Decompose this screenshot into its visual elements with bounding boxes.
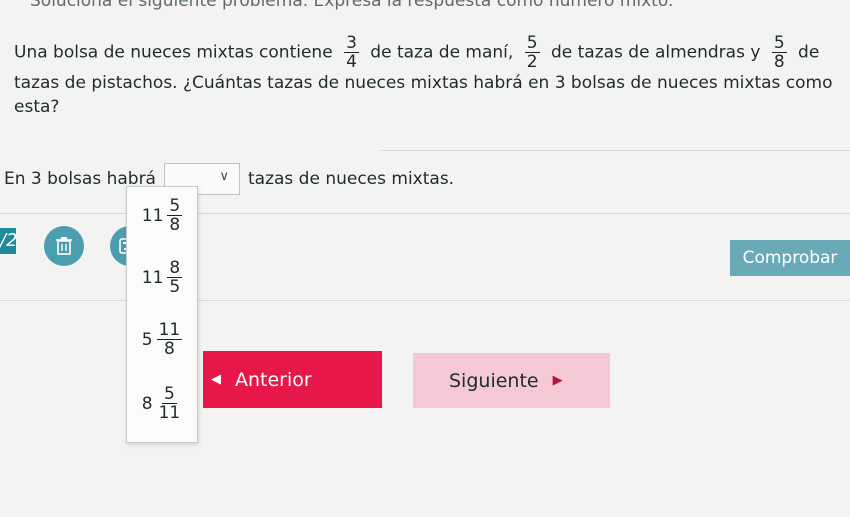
previous-button[interactable]: ◀ Anterior bbox=[203, 351, 382, 408]
tool-label: /2 bbox=[0, 228, 18, 254]
answer-row: En 3 bolsas habrá ∨ tazas de nueces mixt… bbox=[4, 163, 454, 195]
next-label: Siguiente bbox=[449, 369, 539, 392]
next-button[interactable]: Siguiente ▶ bbox=[413, 353, 610, 408]
fraction-peanuts: 34 bbox=[344, 33, 359, 72]
answer-dropdown-list: 11 5 8 11 8 5 5 11 8 8 5 11 bbox=[126, 186, 198, 443]
fraction-pistachios: 58 bbox=[771, 33, 787, 72]
chevron-down-icon: ∨ bbox=[219, 169, 229, 184]
trash-icon bbox=[56, 237, 72, 255]
dropdown-option[interactable]: 11 8 5 bbox=[127, 259, 197, 296]
arrow-left-icon: ◀ bbox=[211, 372, 221, 387]
instruction-text: Soluciona el siguiente problema. Expresa… bbox=[30, 0, 674, 11]
dropdown-option[interactable]: 8 5 11 bbox=[127, 385, 197, 422]
dropdown-option[interactable]: 5 11 8 bbox=[127, 321, 197, 358]
dropdown-option[interactable]: 11 5 8 bbox=[127, 197, 197, 234]
check-button[interactable]: Comprobar bbox=[730, 240, 850, 276]
arrow-right-icon: ▶ bbox=[552, 373, 563, 388]
problem-statement: Una bolsa de nueces mixtas contiene 34 d… bbox=[14, 33, 833, 117]
previous-label: Anterior bbox=[235, 368, 312, 391]
answer-suffix: tazas de nueces mixtas. bbox=[247, 169, 455, 189]
fraction-almonds: 52 bbox=[524, 33, 540, 72]
trash-button[interactable] bbox=[44, 226, 84, 266]
